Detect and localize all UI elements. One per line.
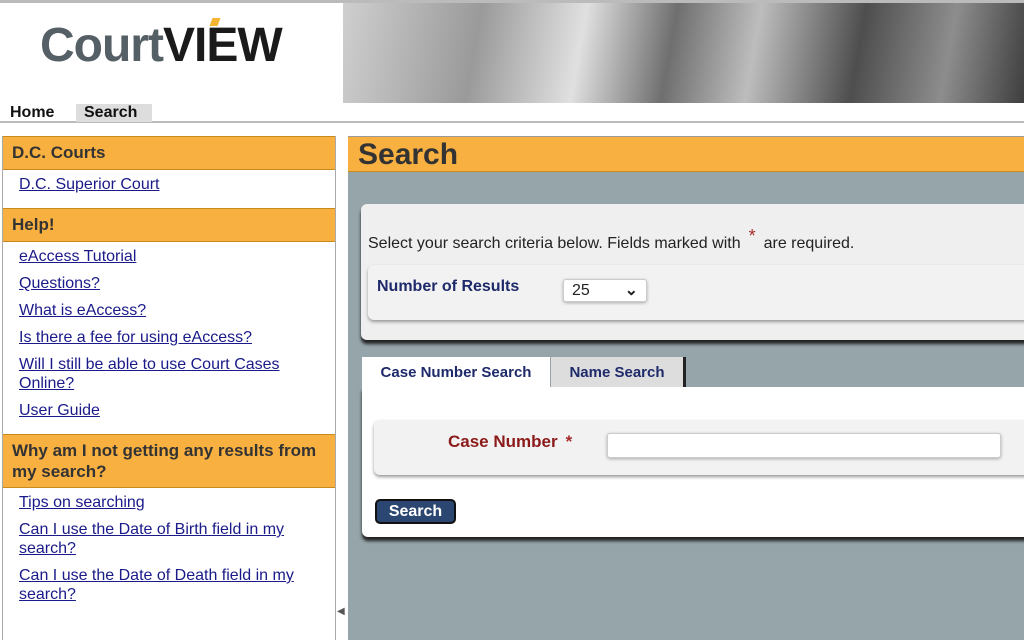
- tab-name-search[interactable]: Name Search: [551, 357, 686, 388]
- link-fee[interactable]: Is there a fee for using eAccess?: [19, 328, 319, 347]
- tab-case-number-search[interactable]: Case Number Search: [362, 357, 550, 388]
- case-search-panel: Case Number * Search: [362, 387, 1024, 537]
- link-date-of-birth[interactable]: Can I use the Date of Birth field in my …: [19, 520, 319, 558]
- top-nav: Home Search: [0, 103, 1024, 123]
- link-court-cases-online[interactable]: Will I still be able to use Court Cases …: [19, 355, 319, 393]
- case-number-input[interactable]: [607, 433, 1001, 458]
- link-dc-superior-court[interactable]: D.C. Superior Court: [19, 175, 319, 194]
- nav-search[interactable]: Search: [76, 104, 152, 122]
- courtview-logo: CourtVIEW: [40, 18, 283, 72]
- link-what-is-eaccess[interactable]: What is eAccess?: [19, 301, 319, 320]
- search-button[interactable]: Search: [375, 499, 456, 524]
- link-eaccess-tutorial[interactable]: eAccess Tutorial: [19, 247, 319, 266]
- page-title: Search: [348, 136, 1024, 172]
- banner-image: [343, 3, 1024, 103]
- link-date-of-death[interactable]: Can I use the Date of Death field in my …: [19, 566, 319, 604]
- results-box: Number of Results 25 ⌄: [368, 265, 1024, 320]
- sidebar: D.C. Courts D.C. Superior Court Help! eA…: [2, 136, 336, 640]
- link-questions[interactable]: Questions?: [19, 274, 319, 293]
- criteria-panel: Select your search criteria below. Field…: [361, 204, 1024, 340]
- chevron-down-icon: ⌄: [624, 282, 638, 299]
- case-number-label: Case Number *: [448, 432, 573, 451]
- link-user-guide[interactable]: User Guide: [19, 401, 319, 420]
- results-select[interactable]: 25 ⌄: [563, 279, 647, 302]
- link-tips-searching[interactable]: Tips on searching: [19, 493, 319, 512]
- sidebar-header-help: Help!: [3, 208, 335, 242]
- collapse-sidebar-icon[interactable]: ◀: [337, 606, 345, 617]
- results-label: Number of Results: [377, 278, 520, 295]
- sidebar-header-dc-courts: D.C. Courts: [3, 136, 335, 170]
- case-number-box: Case Number *: [374, 420, 1024, 475]
- sidebar-header-no-results: Why am I not getting any results from my…: [3, 434, 335, 488]
- instructions: Select your search criteria below. Field…: [368, 226, 855, 252]
- nav-home[interactable]: Home: [2, 104, 62, 122]
- main-content: Search Select your search criteria below…: [348, 136, 1024, 640]
